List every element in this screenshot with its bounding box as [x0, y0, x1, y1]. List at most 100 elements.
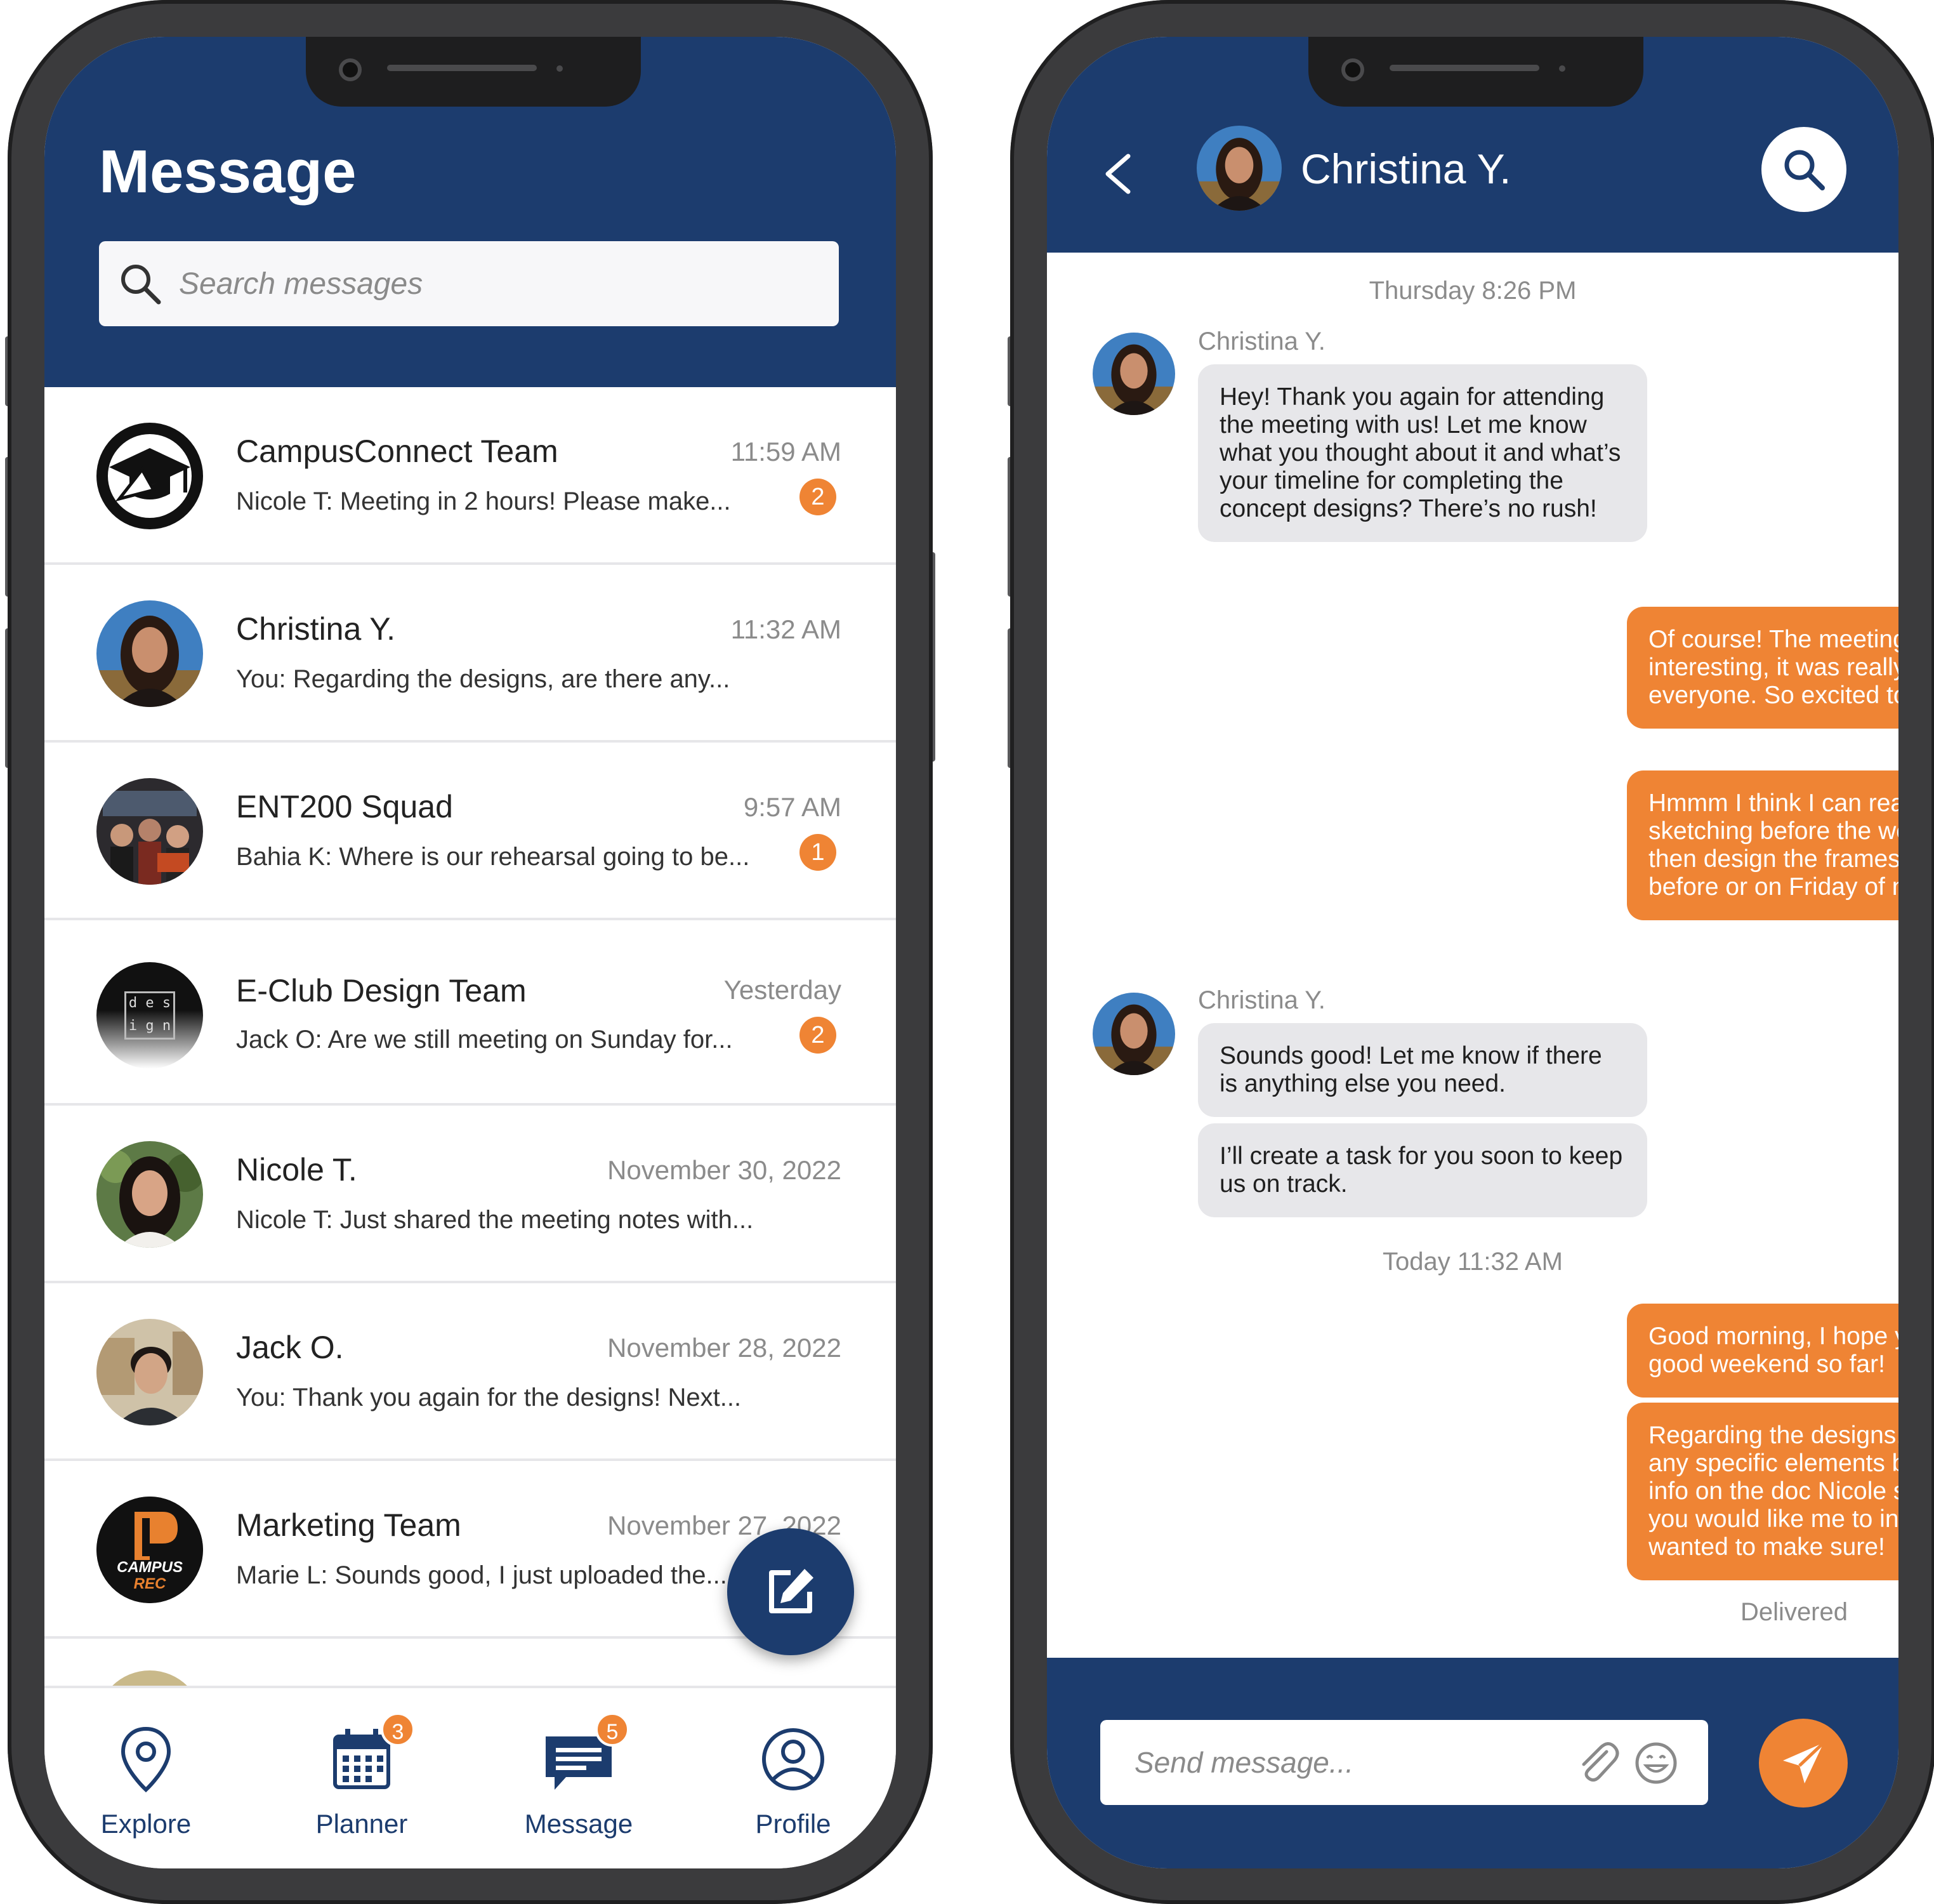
message-bubble-received: Sounds good! Let me know if there is any…: [1198, 1023, 1647, 1117]
conversation-item[interactable]: ENT200 Squad 9:57 AM Bahia K: Where is o…: [44, 743, 896, 920]
contact-name: Christina Y.: [1301, 145, 1511, 192]
unread-badge: 1: [799, 834, 836, 871]
paperclip-icon[interactable]: [1574, 1739, 1621, 1786]
notch: [1308, 37, 1643, 107]
timestamp: Today 11:32 AM: [1383, 1248, 1563, 1276]
conversation-time: Yesterday: [723, 975, 841, 1005]
compose-button[interactable]: [727, 1528, 854, 1655]
send-icon: [1783, 1742, 1825, 1783]
avatar: [96, 600, 203, 707]
message-bubble-sent: Regarding the designs, are there any spe…: [1627, 1403, 1898, 1580]
tab-explore[interactable]: Explore: [63, 1688, 228, 1868]
page-title: Message: [99, 138, 357, 206]
notch: [306, 37, 641, 107]
conversation-time: 9:57 AM: [743, 792, 841, 822]
tab-label: Explore: [100, 1809, 192, 1839]
conversation-time: November 30, 2022: [607, 1155, 841, 1185]
phone-inbox: Message Search messages CampusConnect Te…: [5, 0, 935, 1904]
tab-profile[interactable]: Profile: [711, 1688, 876, 1868]
delivery-status: Delivered: [1740, 1598, 1848, 1626]
sender-name: Christina Y.: [1198, 986, 1326, 1014]
conversation-name: Nicole T.: [236, 1152, 357, 1187]
graduation-cap-logo-icon: [96, 423, 203, 529]
conversation-list: CampusConnect Team 11:59 AM Nicole T: Me…: [44, 387, 896, 1686]
avatar: [96, 1141, 203, 1248]
message-input-field[interactable]: [1100, 1720, 1708, 1805]
avatar: [96, 1319, 203, 1425]
conversation-preview: Bahia K: Where is our rehearsal going to…: [236, 843, 750, 871]
tab-label: Profile: [755, 1809, 831, 1839]
message-badge: 5: [595, 1712, 629, 1747]
emoji-icon[interactable]: [1633, 1740, 1679, 1786]
sender-name: Christina Y.: [1198, 327, 1326, 355]
chevron-left-icon: [1105, 154, 1131, 194]
message-input[interactable]: [1135, 1733, 1553, 1792]
camera-icon: [1341, 58, 1364, 81]
sensor-dot: [556, 65, 563, 72]
logo-text: i g n: [128, 1018, 171, 1034]
speaker: [387, 65, 537, 71]
planner-badge: 3: [381, 1712, 415, 1747]
conversation-preview: Nicole T: Meeting in 2 hours! Please mak…: [236, 487, 731, 515]
message-bubble-sent: Good morning, I hope you had a good week…: [1627, 1304, 1898, 1398]
conversation-item[interactable]: Nicole T. November 30, 2022 Nicole T: Ju…: [44, 1106, 896, 1283]
search-icon: [1784, 150, 1825, 190]
conversation-time: 11:59 AM: [730, 437, 841, 466]
avatar: [96, 778, 203, 885]
edit-icon: [769, 1569, 813, 1613]
conversation-name: Marketing Team: [236, 1507, 461, 1543]
message-bubble-received: Hey! Thank you again for attending the m…: [1198, 364, 1647, 542]
back-button[interactable]: [1094, 149, 1145, 199]
avatar: [1093, 993, 1175, 1075]
design-logo-icon: d e s i g n: [96, 962, 203, 1069]
camera-icon: [339, 58, 362, 81]
conversation-name: CampusConnect Team: [236, 433, 558, 469]
conversation-name: Christina Y.: [236, 611, 396, 647]
avatar: [1093, 333, 1175, 415]
unread-badge: 2: [799, 479, 836, 515]
conversation-time: 11:32 AM: [730, 614, 841, 644]
conversation-name: ENT200 Squad: [236, 789, 453, 824]
sensor-dot: [1559, 65, 1565, 72]
conversation-preview: Nicole T: Just shared the meeting notes …: [236, 1206, 754, 1234]
conversation-time: November 28, 2022: [607, 1333, 841, 1363]
conversation-item[interactable]: CampusConnect Team 11:59 AM Nicole T: Me…: [44, 387, 896, 565]
tab-label: Planner: [315, 1809, 408, 1839]
chat-screen: Christina Y. Thursday 8:26 PM Christina …: [1047, 37, 1898, 1868]
tab-planner[interactable]: 3 Planner: [279, 1688, 444, 1868]
logo-text: CAMPUS: [116, 1559, 183, 1576]
user-circle-icon: [762, 1728, 824, 1790]
phone-chat: Christina Y. Thursday 8:26 PM Christina …: [1008, 0, 1934, 1904]
send-button[interactable]: [1759, 1719, 1848, 1808]
conversation-preview: Marie L: Sounds good, I just uploaded th…: [236, 1561, 727, 1589]
avatar: [1197, 126, 1282, 211]
tab-label: Message: [524, 1809, 633, 1839]
message-bubble-received: I’ll create a task for you soon to keep …: [1198, 1123, 1647, 1217]
conversation-item[interactable]: Jack O. November 28, 2022 You: Thank you…: [44, 1283, 896, 1461]
campus-rec-logo-icon: CAMPUS REC: [96, 1497, 203, 1603]
unread-badge: 2: [799, 1017, 836, 1054]
conversation-name: Jack O.: [236, 1330, 344, 1365]
conversation-preview: Jack O: Are we still meeting on Sunday f…: [236, 1026, 733, 1054]
inbox-screen: Message Search messages CampusConnect Te…: [44, 37, 896, 1868]
message-composer: [1047, 1658, 1898, 1868]
message-thread: Thursday 8:26 PM Christina Y. Hey! Thank…: [1047, 253, 1898, 1658]
conversation-preview: You: Regarding the designs, are there an…: [236, 665, 730, 693]
search-bar[interactable]: [99, 241, 839, 326]
avatar: [96, 1670, 203, 1686]
message-bubble-sent: Hmmm I think I can realistically start s…: [1627, 770, 1898, 920]
timestamp: Thursday 8:26 PM: [1369, 277, 1577, 305]
search-input[interactable]: [179, 254, 813, 314]
logo-text: REC: [133, 1575, 166, 1592]
conversation-preview: You: Thank you again for the designs! Ne…: [236, 1384, 742, 1411]
message-bubble-sent: Of course! The meeting was interesting, …: [1627, 607, 1898, 729]
search-icon: [118, 261, 164, 310]
conversation-item[interactable]: d e s i g n E-Club Design Team Yesterday…: [44, 920, 896, 1106]
speaker: [1390, 65, 1539, 71]
conversation-item[interactable]: Christina Y. 11:32 AM You: Regarding the…: [44, 565, 896, 743]
tab-message[interactable]: 5 Message: [496, 1688, 661, 1868]
chat-search-button[interactable]: [1761, 127, 1846, 212]
conversation-name: E-Club Design Team: [236, 973, 527, 1008]
bottom-tab-bar: Explore 3 Planner 5 Message Profile: [44, 1686, 896, 1868]
logo-text: d e s: [128, 995, 171, 1011]
